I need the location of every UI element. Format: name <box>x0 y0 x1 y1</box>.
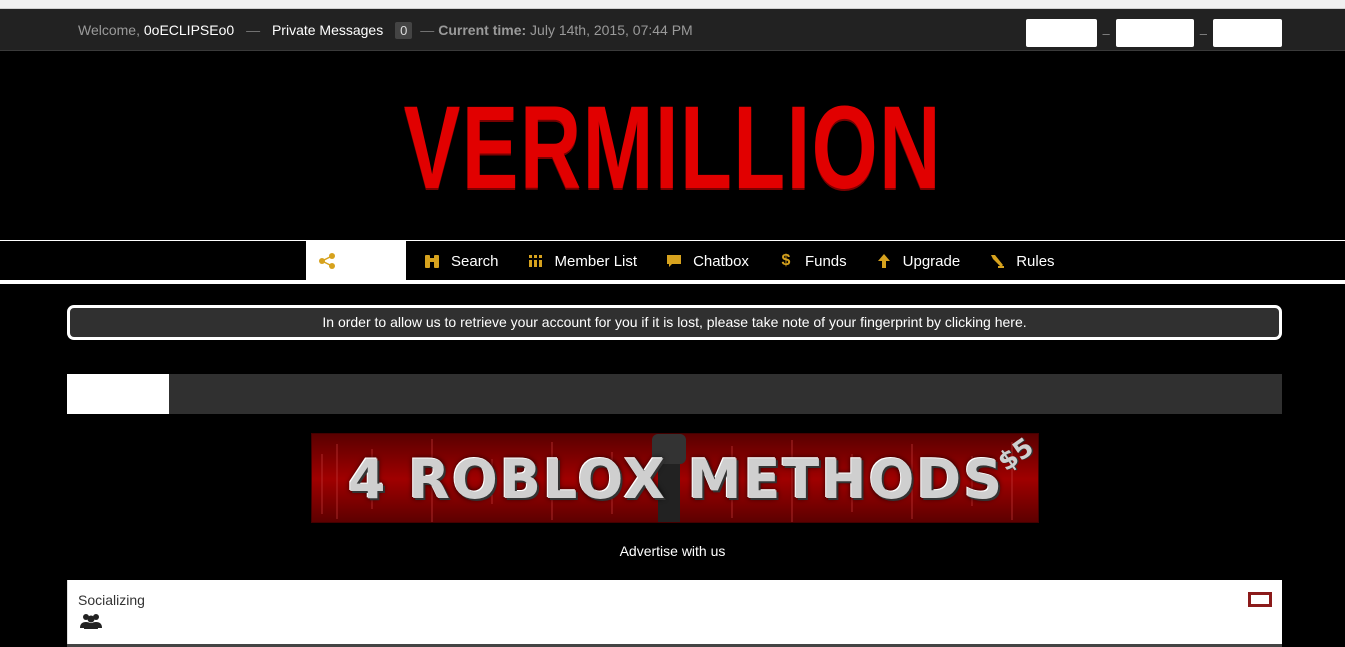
separator: — <box>420 22 435 38</box>
tab-active[interactable] <box>67 374 169 414</box>
grid-icon <box>526 252 546 270</box>
share-icon <box>319 253 335 269</box>
nav-item-rules[interactable]: Rules <box>987 252 1055 270</box>
main-navigation: Search Member List Chatbox $ Funds Upgra… <box>0 240 1345 284</box>
tab-strip <box>67 374 1282 414</box>
dash-separator: – <box>1102 25 1110 41</box>
logo-text: VERMILLION <box>403 82 942 214</box>
nav-item-label: Chatbox <box>693 252 749 270</box>
site-header: VERMILLION <box>0 51 1345 241</box>
ad-banner[interactable]: 4 ROBLOX METHODS $5 <box>311 433 1039 523</box>
current-time-value: July 14th, 2015, 07:44 PM <box>530 22 693 38</box>
private-messages-link[interactable]: Private Messages <box>272 22 383 38</box>
binoculars-icon <box>422 252 442 270</box>
top-button-3[interactable] <box>1213 19 1282 47</box>
nav-item-search[interactable]: Search <box>422 252 499 270</box>
nav-home-tab[interactable] <box>306 241 406 281</box>
nav-items: Search Member List Chatbox $ Funds Upgra… <box>422 241 1082 281</box>
nav-item-chatbox[interactable]: Chatbox <box>664 252 749 270</box>
username-link[interactable]: 0oECLIPSEo0 <box>144 22 234 38</box>
nav-item-label: Rules <box>1016 252 1055 270</box>
nav-item-member-list[interactable]: Member List <box>526 252 638 270</box>
users-icon <box>80 614 102 629</box>
gavel-icon <box>987 252 1007 270</box>
nav-item-label: Funds <box>804 252 847 270</box>
top-button-2[interactable] <box>1115 19 1194 47</box>
current-time-label: Current time: <box>438 22 527 38</box>
user-top-bar: Welcome, 0oECLIPSEo0 — Private Messages … <box>0 9 1345 51</box>
nav-item-funds[interactable]: $ Funds <box>776 252 847 270</box>
nav-item-upgrade[interactable]: Upgrade <box>874 252 961 270</box>
welcome-label: Welcome, <box>78 22 144 38</box>
nav-item-label: Search <box>451 252 499 270</box>
arrow-up-icon <box>874 252 894 270</box>
top-buttons: – – <box>1025 19 1282 47</box>
pm-count-badge[interactable]: 0 <box>395 22 413 39</box>
category-title[interactable]: Socializing <box>78 592 145 608</box>
speech-bubble-icon <box>664 252 684 270</box>
welcome-line: Welcome, 0oECLIPSEo0 — Private Messages … <box>78 22 693 39</box>
separator: — <box>246 22 261 38</box>
nav-item-label: Upgrade <box>902 252 961 270</box>
banner-headline: 4 ROBLOX METHODS <box>347 448 1005 511</box>
nav-item-label: Member List <box>554 252 638 270</box>
dollar-icon: $ <box>781 252 791 269</box>
category-socializing: Socializing <box>67 580 1282 644</box>
advertise-link[interactable]: Advertise with us <box>0 543 1345 559</box>
collapse-toggle[interactable] <box>1248 592 1272 607</box>
top-button-1[interactable] <box>1025 19 1097 47</box>
site-logo[interactable]: VERMILLION <box>0 89 1345 207</box>
dash-separator: – <box>1199 25 1207 41</box>
fingerprint-notice[interactable]: In order to allow us to retrieve your ac… <box>67 305 1282 340</box>
browser-strip <box>0 0 1345 9</box>
